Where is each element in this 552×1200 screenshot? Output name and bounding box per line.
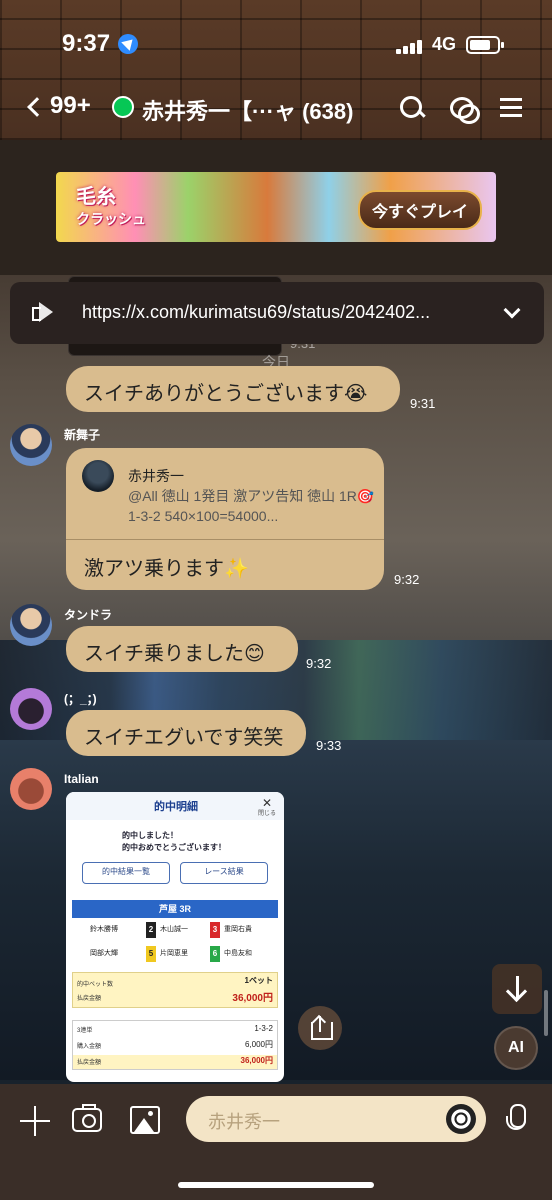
message-time: 9:32 (306, 656, 332, 671)
scroll-to-bottom-button[interactable] (492, 964, 542, 1014)
message-text: スイチエグいです笑笑 (84, 727, 284, 749)
racer-number: 2 (146, 922, 156, 938)
status-time: 9:37 (62, 30, 111, 57)
message-time: 9:31 (410, 396, 436, 411)
racer-number: 3 (210, 922, 220, 938)
sender-name: Italian (64, 772, 99, 786)
sender-name: タンドラ (64, 608, 113, 622)
bet-type-label: 3連単 (77, 1028, 93, 1034)
message-text: 激アツ乗ります✨ (84, 558, 249, 580)
scrollbar[interactable] (544, 990, 548, 1036)
avatar[interactable] (10, 768, 52, 810)
receipt-title: 的中明細 (154, 801, 198, 813)
receipt-result-button: レース結果 (180, 862, 268, 884)
signal-icon (396, 38, 424, 54)
back-button[interactable]: 99+ (27, 92, 91, 120)
racer-name: 片岡恵里 (160, 950, 188, 957)
ai-button[interactable]: AI (494, 1026, 538, 1070)
sender-name: 新舞子 (64, 428, 101, 442)
megaphone-icon (32, 302, 56, 322)
racer-name: 中島友和 (224, 950, 252, 957)
payout-value: 36,000円 (232, 993, 273, 1004)
message-text: スイチ乗りました😊 (84, 643, 265, 665)
ad-logo-line1: 毛糸 (76, 186, 116, 208)
chevron-down-icon[interactable] (503, 301, 521, 319)
avatar[interactable] (10, 688, 52, 730)
racer-name: 重岡右貴 (224, 926, 252, 933)
announcement-text: https://x.com/kurimatsu69/status/2042402… (82, 302, 431, 322)
network-type: 4G (432, 34, 457, 54)
battery-icon (466, 36, 504, 54)
hit-line1: 的中しました！ (122, 831, 178, 840)
quote-divider (66, 539, 384, 540)
racer-number: 5 (146, 946, 156, 962)
ad-logo: 毛糸 クラッシュ (76, 180, 146, 229)
chat-header: 99+ 赤井秀一【···ャ (638) (0, 84, 552, 134)
refund-label: 払戻金額 (77, 1060, 102, 1066)
quote-sender: 赤井秀一 (128, 468, 184, 484)
chat-threads-icon[interactable] (448, 94, 480, 124)
message-time: 9:32 (394, 572, 420, 587)
receipt-list-button: 的中結果一覧 (82, 862, 170, 884)
status-bar: 9:37 4G (0, 0, 552, 80)
hit-line2: 的中おめでとうございます！ (122, 843, 226, 852)
unread-count: 99+ (50, 92, 91, 119)
announcement-bar[interactable]: https://x.com/kurimatsu69/status/2042402… (10, 282, 544, 344)
ai-label: AI (508, 1039, 524, 1056)
menu-icon[interactable] (498, 94, 526, 122)
bet-detail-table: 3連単 1-3-2 購入金額 6,000円 払戻金額 36,000円 (72, 1020, 278, 1070)
camera-icon[interactable] (72, 1104, 102, 1132)
bet-value: 1ベット (244, 976, 273, 985)
sender-name: (；_；) (64, 692, 97, 706)
quote-text: @All 徳山 1発目 激アツ告知 徳山 1R🎯 1-3-2 540×100=5… (128, 488, 375, 524)
refund-value: 36,000円 (240, 1056, 273, 1065)
bet-type-value: 1-3-2 (254, 1024, 273, 1033)
message-text: スイチありがとうございます😭 (84, 383, 368, 405)
racer-grid: 鈴木勝博 2 木山誠一 3 重岡右貴 岡部大輝 5 片岡恵里 6 中島友和 (72, 920, 278, 968)
racer-name: 岡部大輝 (90, 950, 118, 957)
message-input[interactable]: 赤井秀一 (186, 1096, 486, 1142)
purchase-value: 6,000円 (244, 1040, 273, 1049)
reply-quote[interactable]: 赤井秀一 @All 徳山 1発目 激アツ告知 徳山 1R🎯 1-3-2 540×… (82, 458, 374, 530)
ad-play-button[interactable]: 今すぐプレイ (357, 190, 482, 230)
microphone-icon[interactable] (504, 1104, 528, 1138)
avatar[interactable] (10, 604, 52, 646)
home-indicator[interactable] (178, 1182, 374, 1188)
purchase-label: 購入金額 (77, 1044, 102, 1050)
message-bubble[interactable]: スイチありがとうございます😭 (66, 366, 400, 412)
payout-box: 的中ベット数 1ベット 払戻金額 36,000円 (72, 972, 278, 1008)
plus-icon[interactable] (20, 1106, 50, 1136)
location-icon (118, 34, 138, 54)
ad-area: 毛糸 クラッシュ 今すぐプレイ (0, 140, 552, 275)
racer-name: 鈴木勝博 (90, 926, 118, 933)
race-header: 芦屋 3R (72, 900, 278, 918)
receipt-hit-message: 的中しました！ 的中おめでとうございます！ (122, 830, 226, 854)
chevron-left-icon (27, 96, 47, 117)
sticker-icon[interactable] (446, 1104, 476, 1134)
racer-name: 木山誠一 (160, 926, 188, 933)
image-icon[interactable] (130, 1106, 160, 1134)
ad-logo-line2: クラッシュ (76, 211, 146, 227)
search-icon[interactable] (398, 94, 426, 122)
bet-label: 的中ベット数 (77, 982, 114, 988)
chat-title[interactable]: 赤井秀一【···ャ (638) (142, 94, 353, 126)
message-time: 9:33 (316, 738, 342, 753)
quote-avatar (82, 460, 114, 492)
share-icon (311, 1014, 327, 1030)
image-message[interactable]: 的中明細 ✕ 閉じる 的中しました！ 的中おめでとうございます！ 的中結果一覧 … (66, 792, 284, 1082)
message-bubble[interactable]: スイチ乗りました😊 (66, 626, 298, 672)
input-placeholder: 赤井秀一 (208, 1112, 280, 1132)
group-icon (112, 96, 134, 118)
share-button[interactable] (298, 1006, 342, 1050)
receipt-close-label: 閉じる (257, 811, 276, 817)
racer-number: 6 (210, 946, 220, 962)
message-bubble[interactable]: スイチエグいです笑笑 (66, 710, 306, 756)
ad-banner[interactable]: 毛糸 クラッシュ 今すぐプレイ (56, 172, 496, 242)
avatar[interactable] (10, 424, 52, 466)
payout-label: 払戻金額 (77, 996, 102, 1002)
